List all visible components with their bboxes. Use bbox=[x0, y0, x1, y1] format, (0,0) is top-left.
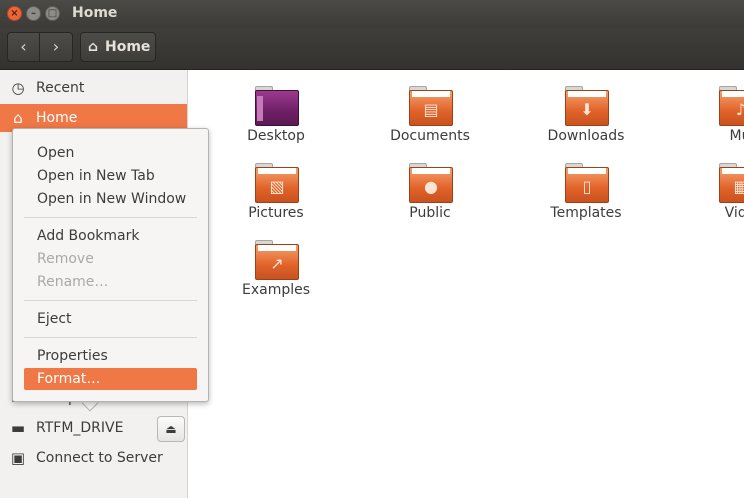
folder-icon: ♪ bbox=[719, 86, 744, 126]
menu-separator bbox=[24, 337, 197, 338]
forward-button[interactable]: › bbox=[40, 33, 72, 61]
folder-label: Public bbox=[409, 205, 451, 221]
toolbar: ‹ › ⌂ Home bbox=[0, 28, 744, 70]
folder-label: Templates bbox=[550, 205, 622, 221]
path-label: Home bbox=[105, 39, 151, 55]
folder-icon: ▤ bbox=[409, 86, 453, 126]
menu-item-format[interactable]: Format… bbox=[24, 368, 197, 390]
download-emblem-icon: ⬇ bbox=[580, 100, 594, 119]
sidebar-item-label: Home bbox=[36, 110, 78, 126]
folder-icon: ● bbox=[409, 163, 453, 203]
folder-item-downloads[interactable]: ⬇ Downloads bbox=[521, 74, 651, 146]
file-view: Desktop ▤ Documents ⬇ Downloads ♪ Mu ▧ P… bbox=[189, 70, 744, 498]
home-icon: ⌂ bbox=[88, 39, 99, 55]
folder-item-music[interactable]: ♪ Mu bbox=[675, 74, 744, 146]
folder-label: Examples bbox=[241, 282, 311, 298]
folder-icon: ⬇ bbox=[565, 86, 609, 126]
menu-item-properties[interactable]: Properties bbox=[24, 345, 197, 367]
sidebar-item-label: Recent bbox=[36, 80, 85, 96]
sidebar-item-recent[interactable]: ◷ Recent bbox=[0, 74, 187, 102]
menu-item-add-bookmark[interactable]: Add Bookmark bbox=[24, 225, 197, 247]
minimize-icon: – bbox=[31, 8, 36, 19]
menu-item-eject[interactable]: Eject bbox=[24, 308, 197, 330]
picture-emblem-icon: ▧ bbox=[269, 177, 285, 196]
folder-item-documents[interactable]: ▤ Documents bbox=[365, 74, 495, 146]
clock-icon: ◷ bbox=[11, 79, 25, 97]
context-menu: Open Open in New Tab Open in New Window … bbox=[12, 128, 209, 402]
folder-item-public[interactable]: ● Public bbox=[365, 151, 495, 223]
menu-item-remove: Remove bbox=[37, 251, 94, 267]
folder-label: Vide bbox=[724, 205, 744, 221]
maximize-icon: □ bbox=[47, 8, 58, 19]
menu-item-open[interactable]: Open bbox=[24, 142, 197, 164]
menu-item-open-in-new-window[interactable]: Open in New Window bbox=[24, 188, 197, 210]
menu-separator bbox=[24, 217, 197, 218]
folder-icon: ▯ bbox=[565, 163, 609, 203]
folder-label: Pictures bbox=[248, 205, 304, 221]
maximize-window-button[interactable]: □ bbox=[45, 6, 60, 21]
folder-label: Mu bbox=[729, 128, 744, 144]
menu-item-open-in-new-tab[interactable]: Open in New Tab bbox=[24, 165, 197, 187]
folder-item-desktop[interactable]: Desktop bbox=[211, 74, 341, 146]
navigation-buttons: ‹ › bbox=[7, 32, 73, 62]
sidebar-item-connect-to-server[interactable]: ▣ Connect to Server bbox=[0, 444, 187, 472]
document-emblem-icon: ▤ bbox=[423, 100, 439, 119]
music-emblem-icon: ♪ bbox=[735, 100, 744, 119]
link-emblem-icon: ↗ bbox=[270, 254, 284, 273]
folder-icon bbox=[255, 86, 299, 126]
folder-label: Documents bbox=[390, 128, 470, 144]
folder-label: Desktop bbox=[247, 128, 305, 144]
folder-icon: ▦ bbox=[719, 163, 744, 203]
server-icon: ▣ bbox=[10, 449, 26, 467]
folder-label: Downloads bbox=[547, 128, 625, 144]
sidebar-item-label: RTFM_DRIVE bbox=[36, 420, 124, 436]
drive-icon: ▬ bbox=[10, 419, 26, 437]
close-window-button[interactable]: × bbox=[7, 6, 22, 21]
chevron-left-icon: ‹ bbox=[20, 37, 27, 56]
close-icon: × bbox=[10, 8, 19, 19]
eject-button[interactable]: ⏏ bbox=[157, 416, 185, 442]
minimize-window-button[interactable]: – bbox=[26, 6, 41, 21]
back-button[interactable]: ‹ bbox=[8, 33, 40, 61]
template-emblem-icon: ▯ bbox=[582, 177, 592, 196]
window-title: Home bbox=[72, 5, 118, 21]
folder-item-templates[interactable]: ▯ Templates bbox=[521, 151, 651, 223]
eject-icon: ⏏ bbox=[165, 422, 177, 436]
title-bar: × – □ Home bbox=[0, 0, 744, 28]
menu-item-rename: Rename… bbox=[37, 274, 109, 290]
path-button-home[interactable]: ⌂ Home bbox=[80, 32, 156, 62]
film-emblem-icon: ▦ bbox=[733, 177, 744, 196]
menu-separator bbox=[24, 300, 197, 301]
sidebar-item-label: Connect to Server bbox=[36, 450, 163, 466]
folder-item-examples[interactable]: ↗ Examples bbox=[211, 228, 341, 300]
folder-item-pictures[interactable]: ▧ Pictures bbox=[211, 151, 341, 223]
folder-icon: ↗ bbox=[255, 240, 299, 280]
folder-item-videos[interactable]: ▦ Vide bbox=[675, 151, 744, 223]
sidebar-item-rtfm-drive[interactable]: ▬ RTFM_DRIVE bbox=[0, 414, 150, 442]
person-emblem-icon: ● bbox=[424, 177, 438, 196]
folder-icon: ▧ bbox=[255, 163, 299, 203]
chevron-right-icon: › bbox=[52, 37, 60, 56]
